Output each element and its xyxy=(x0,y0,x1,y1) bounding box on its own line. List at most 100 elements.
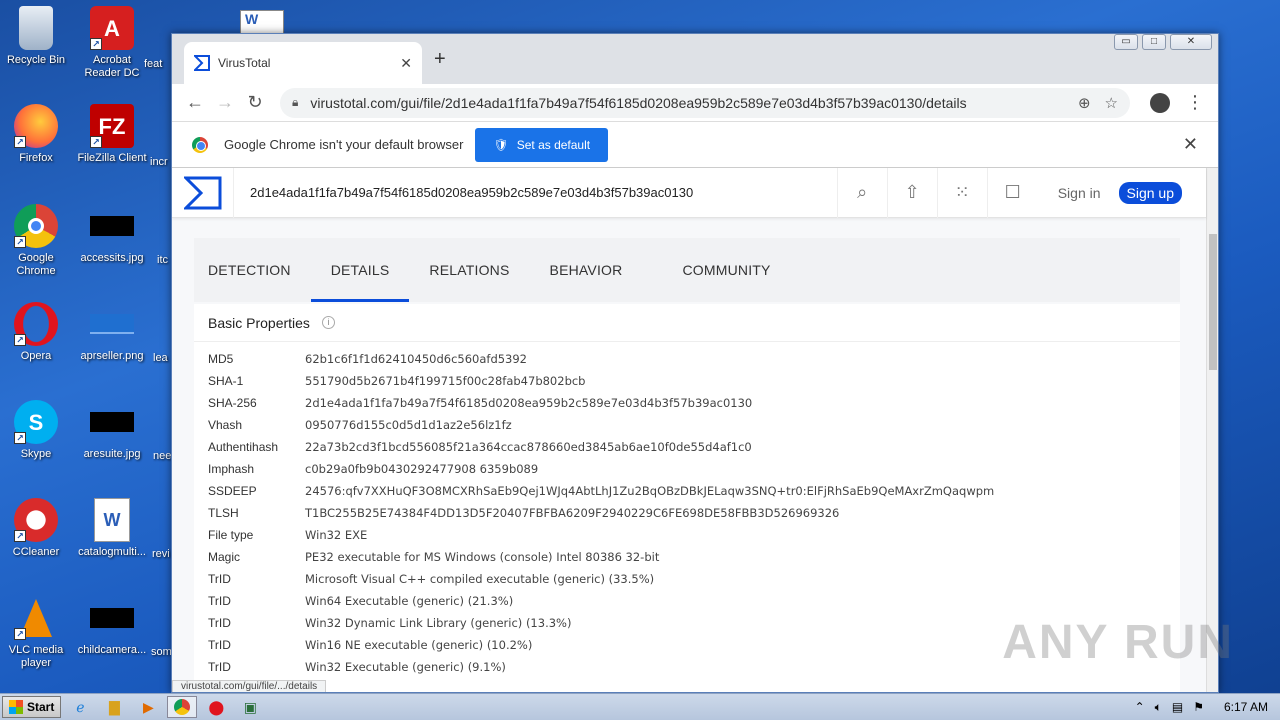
sign-up-button[interactable]: Sign up xyxy=(1118,181,1182,204)
new-tab-button[interactable]: + xyxy=(434,48,446,71)
action-center-flag-icon[interactable]: ⚑ xyxy=(1193,700,1204,714)
start-button[interactable]: Start xyxy=(2,696,62,718)
property-key: Imphash xyxy=(208,462,255,476)
lock-icon[interactable]: 🔒︎ xyxy=(292,95,298,110)
property-value[interactable]: 2d1e4ada1f1fa7b49a7f54f6185d0208ea959b2c… xyxy=(305,396,752,410)
infobar-close-icon[interactable]: ✕ xyxy=(1183,134,1198,155)
volume-icon[interactable]: 🔈︎ xyxy=(1155,700,1162,715)
desktop-icon-label: childcamera... xyxy=(77,644,147,656)
desktop-icon-partial[interactable]: nee xyxy=(153,450,173,463)
property-value[interactable]: Win64 Executable (generic) (21.3%) xyxy=(305,594,513,608)
image-file-icon xyxy=(90,596,134,640)
chrome-menu-icon[interactable]: ⋮ xyxy=(1180,92,1210,113)
address-bar-url[interactable]: virustotal.com/gui/file/2d1e4ada1f1fa7b4… xyxy=(310,95,1064,111)
search-icon[interactable]: ⌕ xyxy=(838,168,888,218)
property-value[interactable]: 0950776d155c0d5d1d1az2e56lz1fz xyxy=(305,418,512,432)
opera-taskbar-icon[interactable]: ⬤ xyxy=(201,696,231,718)
clock[interactable]: 6:17 AM xyxy=(1224,700,1268,714)
desktop-icon-opera[interactable]: ↗ Opera xyxy=(0,302,72,363)
virustotal-logo-icon xyxy=(183,176,221,209)
tab-community[interactable]: COMMUNITY xyxy=(642,238,790,302)
skype-icon: S ↗ xyxy=(14,400,58,444)
property-value[interactable]: Microsoft Visual C++ compiled executable… xyxy=(305,572,654,586)
chrome-taskbar-icon[interactable] xyxy=(167,696,198,718)
property-value[interactable]: 62b1c6f1f1d62410450d6c560afd5392 xyxy=(305,352,527,366)
desktop-icon-partial[interactable]: som xyxy=(151,646,173,659)
chat-icon[interactable]: ☐ xyxy=(988,168,1038,218)
bookmark-star-icon[interactable]: ☆ xyxy=(1105,94,1118,112)
desktop-icon-acrobat[interactable]: A ↗ Acrobat Reader DC xyxy=(76,6,148,80)
desktop-icon-firefox[interactable]: ↗ Firefox xyxy=(0,104,72,165)
minimize-button[interactable]: ▭ xyxy=(1114,34,1138,50)
property-value[interactable]: 22a73b2cd3f1bcd556085f21a364ccac878660ed… xyxy=(305,440,752,454)
property-key: SHA-256 xyxy=(208,396,257,410)
infobar-message: Google Chrome isn't your default browser xyxy=(224,137,464,152)
scrollbar-thumb[interactable] xyxy=(1209,234,1217,370)
property-row: TrID Win64 Executable (generic) (21.3%) xyxy=(194,590,1180,612)
forward-arrow-icon[interactable]: → xyxy=(210,92,240,113)
vlc-icon: ↗ xyxy=(14,596,58,640)
property-row: Authentihash 22a73b2cd3f1bcd556085f21a364… xyxy=(194,436,1180,458)
desktop-icon-recycle-bin[interactable]: Recycle Bin xyxy=(0,6,72,67)
property-row: MD5 62b1c6f1f1d62410450d6c560afd5392 xyxy=(194,348,1180,370)
app-taskbar-icon[interactable]: ▣ xyxy=(235,696,265,718)
property-key: Vhash xyxy=(208,418,243,432)
virustotal-logo[interactable] xyxy=(172,168,234,218)
desktop-icon-label: aresuite.jpg xyxy=(83,448,141,460)
install-app-icon[interactable]: ⊕ xyxy=(1078,94,1091,112)
desktop-icon-childcamera[interactable]: childcamera... xyxy=(76,596,148,657)
property-row: Imphash c0b29a0fb9b0430292477908 6359b089 xyxy=(194,458,1180,480)
file-explorer-taskbar-icon[interactable]: ▇ xyxy=(99,696,129,718)
desktop-icon-vlc[interactable]: ↗ VLC media player xyxy=(0,596,72,670)
info-icon[interactable]: i xyxy=(321,316,335,329)
property-value[interactable]: c0b29a0fb9b0430292477908 6359b089 xyxy=(305,462,538,476)
reload-icon[interactable]: ↻ xyxy=(240,92,270,113)
browser-tab-virustotal[interactable]: VirusTotal ✕ xyxy=(184,42,422,84)
back-arrow-icon[interactable]: ← xyxy=(180,92,210,113)
property-value[interactable]: Win16 NE executable (generic) (10.2%) xyxy=(305,638,532,652)
media-player-taskbar-icon[interactable]: ▶ xyxy=(133,696,163,718)
network-icon[interactable]: ▤ xyxy=(1172,700,1183,714)
property-value[interactable]: Win32 EXE xyxy=(305,528,367,542)
property-value[interactable]: Win32 Executable (generic) (9.1%) xyxy=(305,660,506,674)
property-value[interactable]: Win32 Dynamic Link Library (generic) (13… xyxy=(305,616,571,630)
desktop-icon-aresuite[interactable]: aresuite.jpg xyxy=(76,400,148,461)
desktop-icon-accessits[interactable]: accessits.jpg xyxy=(76,204,148,265)
sign-in-link[interactable]: Sign in xyxy=(1058,185,1101,201)
search-input[interactable]: 2d1e4ada1f1fa7b49a7f54f6185d0208ea959b2c… xyxy=(234,168,838,218)
maximize-button[interactable]: □ xyxy=(1142,34,1166,50)
property-key: SHA-1 xyxy=(208,374,244,388)
tab-details[interactable]: DETAILS xyxy=(310,238,410,302)
internet-explorer-taskbar-icon[interactable]: ℯ xyxy=(65,696,95,718)
tab-behavior[interactable]: BEHAVIOR xyxy=(530,238,643,302)
desktop-icon-catalogmulti[interactable]: W catalogmulti... xyxy=(76,498,148,559)
close-window-button[interactable]: ✕ xyxy=(1170,34,1212,50)
upload-icon[interactable]: ⇧ xyxy=(888,168,938,218)
set-as-default-button[interactable]: 🛡︎ Set as default xyxy=(475,127,609,162)
desktop-icon-partial[interactable]: lea xyxy=(153,352,173,365)
show-hidden-icons-icon[interactable]: ⌃ xyxy=(1135,700,1145,714)
status-bar-url: virustotal.com/gui/file/.../details xyxy=(172,680,327,692)
window-controls: ▭ □ ✕ xyxy=(1114,34,1212,50)
desktop-icon-partial[interactable]: feat xyxy=(144,58,174,71)
tab-close-icon[interactable]: ✕ xyxy=(400,55,412,72)
profile-avatar-icon[interactable] xyxy=(1150,92,1170,113)
desktop-icon-skype[interactable]: S ↗ Skype xyxy=(0,400,72,461)
property-value[interactable]: PE32 executable for MS Windows (console)… xyxy=(305,550,659,564)
property-key: TrID xyxy=(208,594,231,608)
property-key: TrID xyxy=(208,572,231,586)
recycle-bin-icon xyxy=(19,6,53,50)
tab-relations[interactable]: RELATIONS xyxy=(409,238,529,302)
tab-detection[interactable]: DETECTION xyxy=(194,238,311,302)
apps-grid-icon[interactable]: ⁙ xyxy=(938,168,988,218)
property-value[interactable]: 24576:qfv7XXHuQF3O8MCXRhSaEb9Qej1WJq4Abt… xyxy=(305,484,994,498)
property-value[interactable]: 551790d5b2671b4f199715f00c28fab47b802bcb xyxy=(305,374,586,388)
desktop-icon-label: Firefox xyxy=(19,152,53,164)
property-value[interactable]: T1BC255B25E74384F4DD13D5F20407FBFBA6209F… xyxy=(305,506,839,520)
desktop-icon-chrome[interactable]: ↗ Google Chrome xyxy=(0,204,72,278)
desktop-icon-ccleaner[interactable]: ↗ CCleaner xyxy=(0,498,72,559)
desktop-icon-filezilla[interactable]: FZ ↗ FileZilla Client xyxy=(76,104,148,165)
word-document-icon[interactable]: W xyxy=(240,10,284,34)
address-bar[interactable]: 🔒︎ virustotal.com/gui/file/2d1e4ada1f1fa… xyxy=(280,87,1130,118)
desktop-icon-aprseller[interactable]: aprseller.png xyxy=(76,302,148,363)
